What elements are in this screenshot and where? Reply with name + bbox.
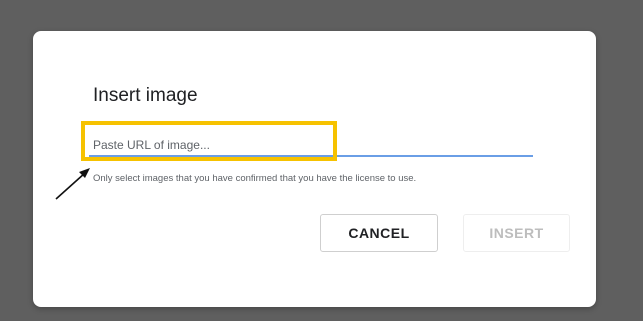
- insert-image-dialog: Insert image Only select images that you…: [33, 31, 596, 307]
- arrow-icon: [55, 168, 90, 200]
- insert-button[interactable]: INSERT: [463, 214, 570, 252]
- cancel-button[interactable]: CANCEL: [320, 214, 438, 252]
- license-helper-text: Only select images that you have confirm…: [93, 173, 417, 184]
- dialog-title: Insert image: [93, 85, 198, 106]
- image-url-input[interactable]: [89, 135, 533, 157]
